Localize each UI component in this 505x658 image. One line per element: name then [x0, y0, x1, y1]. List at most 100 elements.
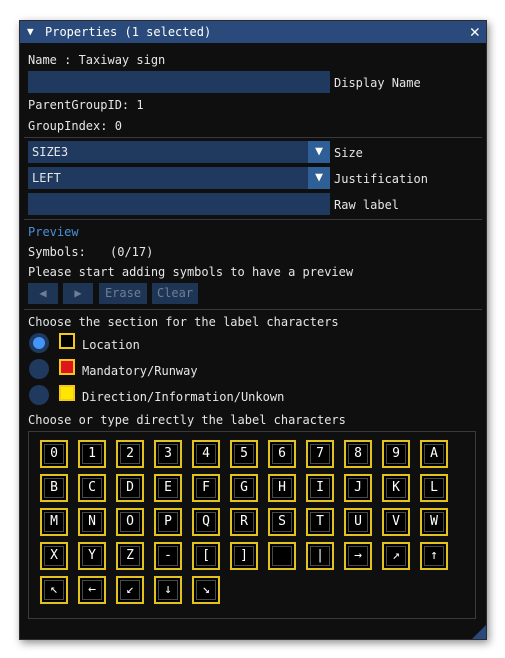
character-key[interactable]: 5	[230, 440, 258, 468]
character-key[interactable]: 3	[154, 440, 182, 468]
size-combo[interactable]: SIZE3 ▼	[28, 141, 330, 163]
character-grid-frame: 0 1 2 3 4 5 6 7 8 9 A B C D E F G H I J K L M N O P Q R S T U V W X Y Z - [] |…	[28, 431, 476, 619]
character-key-label: [	[202, 548, 210, 563]
character-key-label: 3	[164, 446, 172, 461]
parent-group-id-text: ParentGroupID: 1	[28, 98, 144, 112]
character-key[interactable]: T	[306, 508, 334, 536]
character-key[interactable]: 4	[192, 440, 220, 468]
character-key[interactable]: |	[306, 542, 334, 570]
location-color-swatch	[59, 333, 75, 349]
character-key-label: ↘	[202, 582, 210, 597]
size-label: Size	[334, 146, 363, 160]
section-radio-location[interactable]	[29, 333, 49, 353]
collapse-arrow-icon[interactable]: ▼	[27, 25, 34, 39]
character-key-label: C	[88, 480, 96, 495]
size-combo-value: SIZE3	[32, 145, 69, 159]
character-key[interactable]: H	[268, 474, 296, 502]
character-key[interactable]: G	[230, 474, 258, 502]
character-key-label: 1	[88, 446, 96, 461]
character-key[interactable]: ]	[230, 542, 258, 570]
character-key[interactable]: -	[154, 542, 182, 570]
window-title: Properties (1 selected)	[45, 25, 212, 39]
character-key[interactable]: 8	[344, 440, 372, 468]
character-key[interactable]: Y	[78, 542, 106, 570]
character-key-label: 4	[202, 446, 210, 461]
character-key-label: O	[126, 514, 134, 529]
character-key[interactable]: 6	[268, 440, 296, 468]
character-key[interactable]: D	[116, 474, 144, 502]
character-key[interactable]: L	[420, 474, 448, 502]
raw-label-input[interactable]	[28, 193, 330, 215]
next-symbol-button[interactable]: ▶	[63, 283, 93, 304]
symbols-label: Symbols:	[28, 245, 86, 259]
character-key-label: ←	[88, 582, 96, 597]
character-key[interactable]: 7	[306, 440, 334, 468]
chevron-down-icon[interactable]: ▼	[308, 167, 330, 189]
character-key[interactable]: I	[306, 474, 334, 502]
character-key-label: J	[354, 480, 362, 495]
character-key[interactable]: B	[40, 474, 68, 502]
character-key-label: V	[392, 514, 400, 529]
previous-symbol-button[interactable]: ◀	[28, 283, 58, 304]
character-key[interactable]: E	[154, 474, 182, 502]
character-key-label: -	[164, 548, 172, 563]
character-key[interactable]: W	[420, 508, 448, 536]
character-key[interactable]: ↗	[382, 542, 410, 570]
character-key[interactable]: M	[40, 508, 68, 536]
character-key[interactable]: F	[192, 474, 220, 502]
character-key-label: T	[316, 514, 324, 529]
character-key[interactable]: ↑	[420, 542, 448, 570]
character-key[interactable]: [	[192, 542, 220, 570]
character-key[interactable]: V	[382, 508, 410, 536]
character-key[interactable]: 0	[40, 440, 68, 468]
character-key[interactable]: P	[154, 508, 182, 536]
character-key[interactable]: 2	[116, 440, 144, 468]
name-text: Name : Taxiway sign	[28, 53, 166, 67]
properties-window: ▼ Properties (1 selected) ✕ Name : Taxiw…	[19, 20, 487, 640]
character-key[interactable]: C	[78, 474, 106, 502]
character-key[interactable]: ↓	[154, 576, 182, 604]
close-icon[interactable]: ✕	[470, 22, 480, 42]
character-key[interactable]: 1	[78, 440, 106, 468]
display-name-label: Display Name	[334, 76, 421, 90]
window-titlebar[interactable]: ▼ Properties (1 selected) ✕	[20, 21, 486, 43]
character-key[interactable]: O	[116, 508, 144, 536]
character-key[interactable]: ↖	[40, 576, 68, 604]
character-key[interactable]: ↙	[116, 576, 144, 604]
character-key[interactable]: ←	[78, 576, 106, 604]
character-key[interactable]: N	[78, 508, 106, 536]
character-key[interactable]: Q	[192, 508, 220, 536]
character-key[interactable]: X	[40, 542, 68, 570]
character-key[interactable]: A	[420, 440, 448, 468]
clear-button[interactable]: Clear	[152, 283, 198, 304]
character-key[interactable]: →	[344, 542, 372, 570]
character-key[interactable]: K	[382, 474, 410, 502]
character-key-label: E	[164, 480, 172, 495]
mandatory-color-swatch	[59, 359, 75, 375]
section-radio-direction[interactable]	[29, 385, 49, 405]
character-key[interactable]: J	[344, 474, 372, 502]
character-key-label: 8	[354, 446, 362, 461]
group-index-text: GroupIndex: 0	[28, 119, 122, 133]
character-key[interactable]: 9	[382, 440, 410, 468]
chevron-down-icon[interactable]: ▼	[308, 141, 330, 163]
character-key[interactable]: Z	[116, 542, 144, 570]
characters-prompt: Choose or type directly the label charac…	[28, 413, 346, 427]
character-key-label: ↖	[50, 582, 58, 597]
erase-button[interactable]: Erase	[99, 283, 147, 304]
character-key[interactable]: S	[268, 508, 296, 536]
character-key[interactable]: ↘	[192, 576, 220, 604]
character-key-label: H	[278, 480, 286, 495]
character-key-label: 2	[126, 446, 134, 461]
justification-combo[interactable]: LEFT ▼	[28, 167, 330, 189]
character-key[interactable]: R	[230, 508, 258, 536]
section-radio-mandatory[interactable]	[29, 359, 49, 379]
character-key[interactable]	[268, 542, 296, 570]
character-key-label: ↑	[430, 548, 438, 563]
display-name-input[interactable]	[28, 71, 330, 93]
character-key-label: B	[50, 480, 58, 495]
resize-grip[interactable]	[472, 625, 486, 639]
character-key-label: A	[430, 446, 438, 461]
character-key[interactable]: U	[344, 508, 372, 536]
character-key-label: 5	[240, 446, 248, 461]
